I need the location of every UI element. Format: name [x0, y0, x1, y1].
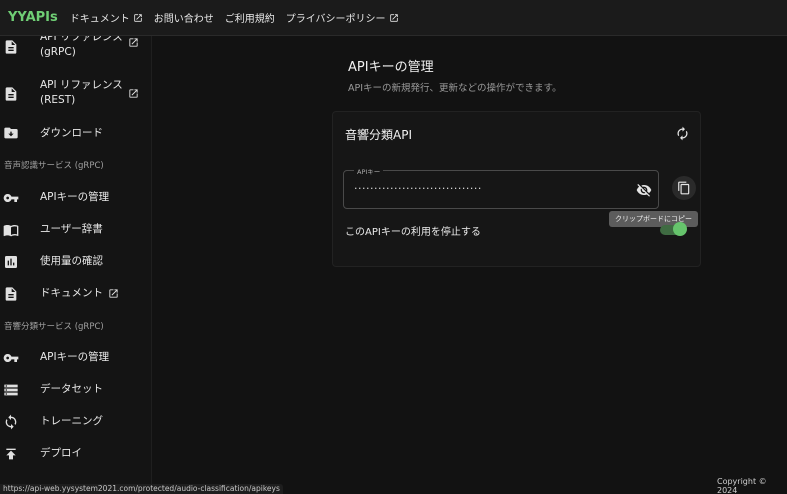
toggle-thumb[interactable]	[673, 222, 687, 236]
document-icon	[5, 87, 17, 101]
nav-link-label: ドキュメント	[69, 14, 130, 25]
visibility-off-icon[interactable]	[636, 182, 652, 198]
sidebar-item-dataset[interactable]: データセット	[0, 377, 151, 403]
sidebar-item-label: API リファレンス (gRPC)	[40, 36, 123, 58]
refresh-icon[interactable]	[675, 126, 690, 141]
nav-link-privacy[interactable]: プライバシーポリシー	[286, 10, 399, 25]
nav-link-label: お問い合わせ	[153, 14, 214, 25]
brand-logo[interactable]: YYAPIs	[8, 10, 58, 25]
sidebar-item-speech-apikeys[interactable]: APIキーの管理	[0, 185, 151, 211]
external-link-icon	[134, 13, 142, 22]
sidebar-item-label: ドキュメント	[40, 287, 103, 299]
browser-status-url: https://api-web.yysystem2021.com/protect…	[0, 484, 283, 494]
top-navbar: YYAPIs ドキュメント お問い合わせ ご利用規約 プライバシーポリシー	[0, 0, 787, 36]
folder-download-icon	[4, 127, 18, 139]
nav-link-label: ご利用規約	[224, 14, 275, 25]
apikey-card: 音響分類API APIキー ··························…	[332, 111, 701, 267]
sidebar-section-speech: 音声認識サービス (gRPC)	[4, 161, 104, 171]
sidebar-item-label: API リファレンス (REST)	[40, 79, 123, 106]
page-subtitle: APIキーの新規発行、更新などの操作ができます。	[348, 83, 562, 94]
sidebar-item-speech-docs[interactable]: ドキュメント	[0, 281, 151, 307]
sidebar-item-download[interactable]: ダウンロード	[0, 120, 151, 146]
apikey-field-label: APIキー	[354, 166, 384, 176]
sidebar-item-label: デプロイ	[40, 447, 82, 459]
deploy-icon	[6, 448, 16, 460]
nav-link-documents[interactable]: ドキュメント	[70, 10, 143, 25]
sidebar-item-audio-apikeys[interactable]: APIキーの管理	[0, 345, 151, 371]
sidebar-item-label: APIキーの管理	[40, 191, 110, 203]
sidebar-section-audio: 音響分類サービス (gRPC)	[4, 322, 104, 332]
copyright-text: Copyright © 2024	[717, 477, 767, 494]
document-icon	[5, 287, 17, 301]
training-icon	[5, 414, 17, 430]
sidebar-item-api-reference-grpc[interactable]: API リファレンス (gRPC)	[0, 36, 151, 62]
sidebar-item-label: ダウンロード	[40, 127, 103, 139]
copy-icon	[678, 181, 690, 195]
sidebar-item-usage[interactable]: 使用量の確認	[0, 249, 151, 275]
sidebar-item-label: APIキーの管理	[40, 351, 110, 363]
document-icon	[5, 40, 17, 54]
sidebar: API リファレンス (gRPC) API リファレンス (REST) ダウンロ…	[0, 36, 152, 486]
sidebar-item-label: データセット	[40, 383, 103, 395]
chart-icon	[5, 256, 17, 268]
dataset-icon	[4, 384, 18, 396]
external-link-icon	[129, 38, 138, 47]
book-icon	[3, 225, 19, 237]
external-link-icon	[129, 89, 138, 98]
sidebar-item-user-dictionary[interactable]: ユーザー辞書	[0, 217, 151, 243]
sidebar-item-deploy[interactable]: デプロイ	[0, 441, 151, 467]
page-title: APIキーの管理	[348, 60, 434, 75]
sidebar-item-label: 使用量の確認	[40, 255, 103, 267]
external-link-icon	[389, 13, 398, 22]
key-icon	[3, 354, 19, 362]
stop-apikey-label: このAPIキーの利用を停止する	[345, 227, 481, 238]
sidebar-item-label: ユーザー辞書	[40, 223, 103, 235]
sidebar-item-training[interactable]: トレーニング	[0, 409, 151, 435]
sidebar-item-label: トレーニング	[40, 415, 103, 427]
copy-button[interactable]	[672, 176, 696, 200]
key-icon	[3, 194, 19, 202]
sidebar-item-api-reference-rest[interactable]: API リファレンス (REST)	[0, 76, 151, 110]
external-link-icon	[109, 289, 118, 298]
apikey-masked-value: ································	[354, 182, 482, 195]
nav-link-contact[interactable]: お問い合わせ	[154, 10, 214, 25]
card-title: 音響分類API	[345, 128, 412, 142]
nav-link-label: プライバシーポリシー	[285, 14, 386, 25]
nav-link-terms[interactable]: ご利用規約	[225, 10, 275, 25]
apikey-field[interactable]: APIキー ································	[343, 166, 659, 209]
